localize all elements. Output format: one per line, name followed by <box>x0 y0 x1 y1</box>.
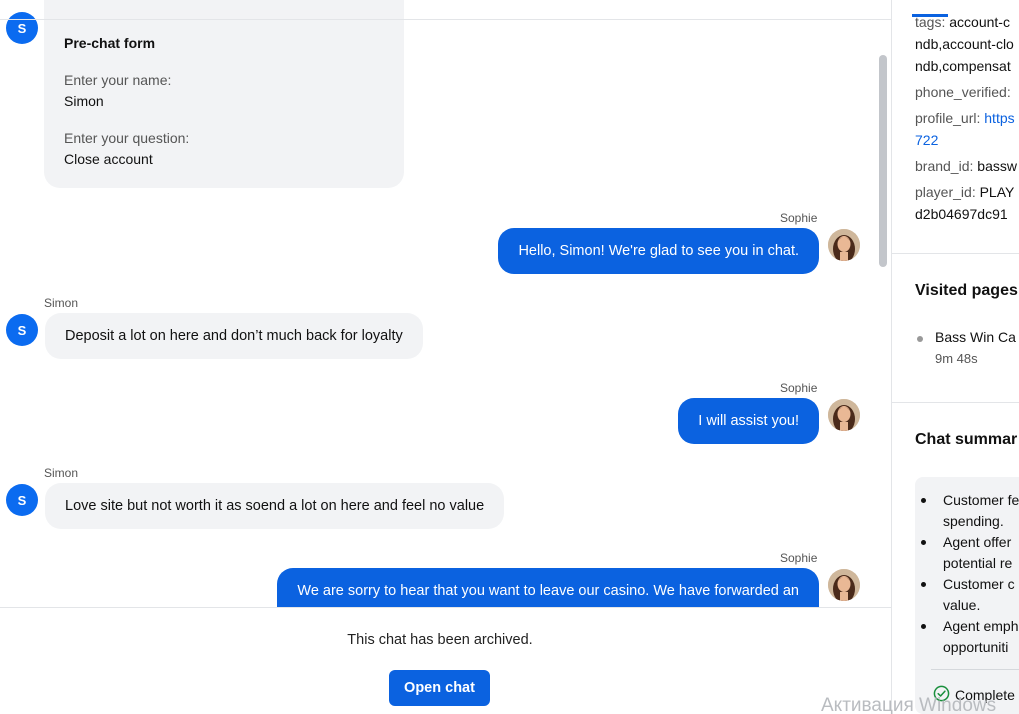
summary-line: Customer c <box>943 576 1015 592</box>
customer-avatar: S <box>6 314 38 346</box>
chat-summary-heading: Chat summar <box>915 431 1018 448</box>
visited-pages-heading: Visited pages <box>915 282 1018 299</box>
prechat-form-card: Pre-chat form Enter your name: Simon Ent… <box>44 0 404 188</box>
agent-avatar <box>828 229 860 261</box>
tags-value-line: ndb,account-clo <box>915 36 1014 52</box>
archived-footer: This chat has been archived. Open chat <box>0 607 891 714</box>
bullet-icon <box>921 582 926 587</box>
customer-avatar: S <box>6 12 38 44</box>
detail-tags: tags: account-c <box>915 14 1010 30</box>
windows-activation-watermark: Активация Windows <box>821 695 997 714</box>
section-divider <box>892 253 1019 254</box>
name-value: Simon <box>64 93 104 109</box>
chat-panel: S Pre-chat form Enter your name: Simon E… <box>0 0 891 714</box>
agent-avatar <box>828 399 860 431</box>
agent-message-bubble: We are sorry to hear that you want to le… <box>277 568 819 607</box>
tags-value: account-c <box>949 14 1010 30</box>
customer-message-bubble: Deposit a lot on here and don’t much bac… <box>45 313 423 359</box>
message-sender: Simon <box>44 296 79 310</box>
header-divider <box>0 19 891 20</box>
detail-phone-verified: phone_verified: <box>915 84 1011 100</box>
message-sender: Sophie <box>780 381 818 395</box>
scrollbar-thumb[interactable] <box>879 55 887 267</box>
agent-message-bubble: Hello, Simon! We're glad to see you in c… <box>498 228 819 274</box>
bullet-icon <box>921 498 926 503</box>
message-sender: Sophie <box>780 551 818 565</box>
question-value: Close account <box>64 151 153 167</box>
name-label: Enter your name: <box>64 72 172 88</box>
detail-profile-url: profile_url: https <box>915 110 1015 126</box>
summary-line: Customer fe <box>943 492 1019 508</box>
player-id-value-line: d2b04697dc91 <box>915 206 1008 222</box>
agent-message-bubble: I will assist you! <box>678 398 819 444</box>
tags-key: tags: <box>915 14 946 30</box>
summary-divider <box>931 669 1019 670</box>
customer-avatar: S <box>6 484 38 516</box>
app-root: S Pre-chat form Enter your name: Simon E… <box>0 0 1019 714</box>
message-sender: Sophie <box>780 211 818 225</box>
bullet-icon <box>921 540 926 545</box>
profile-url-key: profile_url: <box>915 110 981 126</box>
bullet-icon <box>921 624 926 629</box>
brand-id-key: brand_id: <box>915 158 974 174</box>
brand-id-value: bassw <box>977 158 1017 174</box>
visited-page-title[interactable]: Bass Win Ca <box>935 329 1016 345</box>
summary-line: potential re <box>943 555 1013 571</box>
message-sender: Simon <box>44 466 79 480</box>
profile-url-link[interactable]: 722 <box>915 132 938 148</box>
prechat-form-title: Pre-chat form <box>64 35 156 51</box>
summary-line: opportuniti <box>943 639 1009 655</box>
question-label: Enter your question: <box>64 130 190 146</box>
summary-line: value. <box>943 597 981 613</box>
player-id-value: PLAY <box>979 184 1015 200</box>
summary-line: spending. <box>943 513 1004 529</box>
visited-page-duration: 9m 48s <box>935 351 978 366</box>
message-list[interactable]: S Pre-chat form Enter your name: Simon E… <box>0 0 891 607</box>
section-divider <box>892 402 1019 403</box>
details-panel: tags: account-c ndb,account-clo ndb,comp… <box>892 0 1019 714</box>
detail-player-id: player_id: PLAY <box>915 184 1014 200</box>
summary-line: Agent emph <box>943 618 1019 634</box>
tags-value-line: ndb,compensat <box>915 58 1011 74</box>
profile-url-link[interactable]: https <box>984 110 1014 126</box>
player-id-key: player_id: <box>915 184 976 200</box>
bullet-icon <box>917 336 923 342</box>
detail-brand-id: brand_id: bassw <box>915 158 1017 174</box>
customer-message-bubble: Love site but not worth it as soend a lo… <box>45 483 505 529</box>
agent-avatar <box>828 569 860 601</box>
archived-notice: This chat has been archived. <box>347 632 533 648</box>
open-chat-button[interactable]: Open chat <box>389 670 490 706</box>
summary-line: Agent offer <box>943 534 1012 550</box>
